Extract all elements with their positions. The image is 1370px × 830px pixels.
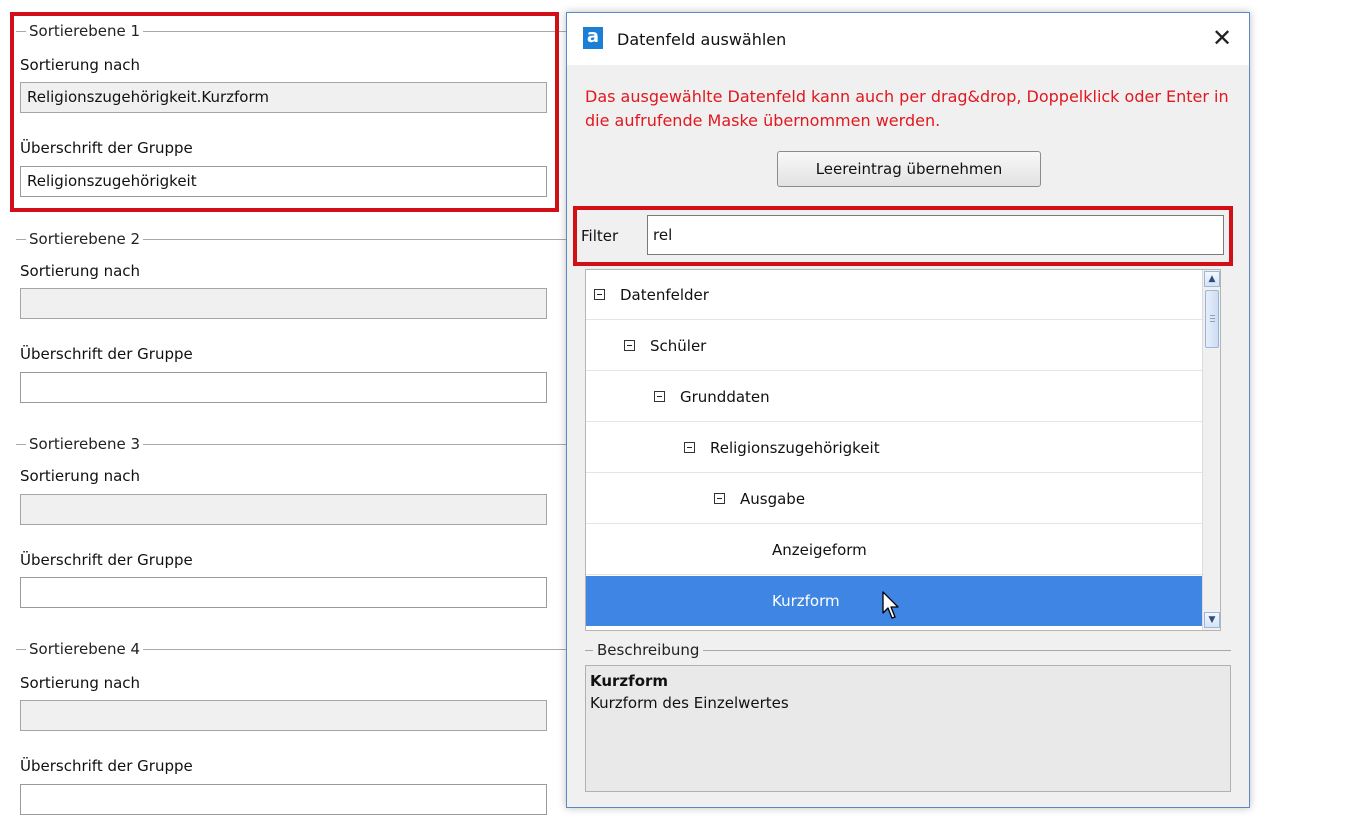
empty-entry-button[interactable]: Leereintrag übernehmen: [777, 151, 1041, 187]
description-box: Kurzform Kurzform des Einzelwertes: [585, 665, 1231, 792]
level-2-sort-label: Sortierung nach: [20, 262, 141, 280]
tree-item-grunddaten[interactable]: Grunddaten: [586, 372, 1202, 422]
dialog-titlebar[interactable]: a Datenfeld auswählen ✕: [567, 13, 1249, 65]
level-4-sort-field[interactable]: [20, 700, 547, 731]
tree-item-schueler[interactable]: Schüler: [586, 321, 1202, 371]
app-icon: a: [583, 27, 603, 49]
tree-item-label: Kurzform: [772, 592, 840, 610]
dialog-title: Datenfeld auswählen: [617, 30, 787, 49]
level-2-heading-label: Überschrift der Gruppe: [20, 345, 193, 363]
tree-collapse-icon[interactable]: [714, 493, 725, 504]
description-title: Kurzform: [590, 672, 669, 690]
level-4-heading-field[interactable]: [20, 784, 547, 815]
level-2-heading-field[interactable]: [20, 372, 547, 403]
tree-item-label: Anzeigeform: [772, 541, 867, 559]
tree-item-religionszugehoerigkeit[interactable]: Religionszugehörigkeit: [586, 423, 1202, 473]
level-4-legend: Sortierebene 4: [26, 640, 144, 658]
level-3-legend: Sortierebene 3: [26, 435, 144, 453]
tree-item-label: Schüler: [650, 337, 707, 355]
mouse-cursor-icon: [882, 591, 899, 619]
tree-scrollbar[interactable]: ▲ ▼: [1202, 270, 1220, 630]
description-text: Kurzform des Einzelwertes: [590, 694, 789, 712]
level-4-heading-label: Überschrift der Gruppe: [20, 757, 193, 775]
scroll-up-icon[interactable]: ▲: [1204, 271, 1220, 287]
filter-highlight-box: [573, 206, 1233, 266]
datafield-tree[interactable]: Datenfelder Schüler Grunddaten Religions…: [585, 269, 1221, 631]
level-1-highlight-box: [10, 12, 559, 212]
hint-text: Das ausgewählte Datenfeld kann auch per …: [585, 87, 1229, 130]
level-3-sort-label: Sortierung nach: [20, 467, 141, 485]
close-icon[interactable]: ✕: [1207, 23, 1237, 53]
scroll-down-icon[interactable]: ▼: [1204, 612, 1220, 628]
level-2-sort-field[interactable]: [20, 288, 547, 319]
tree-item-ausgabe[interactable]: Ausgabe: [586, 474, 1202, 524]
tree-collapse-icon[interactable]: [684, 442, 695, 453]
tree-item-datenfelder[interactable]: Datenfelder: [586, 270, 1202, 320]
scrollbar-thumb[interactable]: [1205, 290, 1219, 348]
tree-collapse-icon[interactable]: [624, 340, 635, 351]
select-datafield-dialog: a Datenfeld auswählen ✕ Das ausgewählte …: [566, 12, 1250, 808]
tree-item-label: Datenfelder: [620, 286, 709, 304]
description-legend: Beschreibung: [593, 641, 704, 659]
tree-item-kurzform[interactable]: Kurzform: [586, 576, 1202, 626]
tree-item-label: Religionszugehörigkeit: [710, 439, 880, 457]
level-3-heading-field[interactable]: [20, 577, 547, 608]
tree-item-label: Ausgabe: [740, 490, 806, 508]
tree-item-label: Grunddaten: [680, 388, 770, 406]
tree-item-anzeigeform[interactable]: Anzeigeform: [586, 525, 1202, 575]
level-3-heading-label: Überschrift der Gruppe: [20, 551, 193, 569]
level-4-sort-label: Sortierung nach: [20, 674, 141, 692]
tree-collapse-icon[interactable]: [594, 289, 605, 300]
tree-collapse-icon[interactable]: [654, 391, 665, 402]
level-2-legend: Sortierebene 2: [26, 230, 144, 248]
level-3-sort-field[interactable]: [20, 494, 547, 525]
